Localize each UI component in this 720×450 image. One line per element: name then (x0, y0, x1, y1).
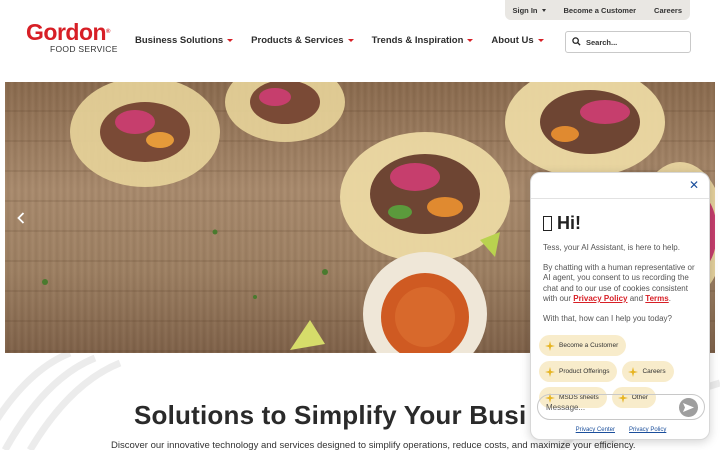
main-nav: Business Solutions Products & Services T… (135, 35, 544, 46)
nav-business-solutions[interactable]: Business Solutions (135, 35, 234, 46)
nav-trends-inspiration[interactable]: Trends & Inspiration (372, 35, 474, 46)
chat-message-input[interactable] (546, 402, 674, 412)
caret-down-icon (227, 39, 234, 42)
chevron-left-icon (17, 212, 25, 224)
caret-down-icon (541, 8, 546, 12)
chat-intro: Tess, your AI Assistant, is here to help… (543, 243, 680, 252)
gordon-logo[interactable]: Gordon® FOOD SERVICE (26, 20, 122, 56)
send-button[interactable] (679, 398, 698, 417)
terms-link[interactable]: Terms (645, 294, 668, 303)
chat-body: Hi! Tess, your AI Assistant, is here to … (531, 199, 709, 408)
logo-registered-mark: ® (106, 29, 110, 35)
sparkle-icon (545, 366, 555, 377)
become-customer-link[interactable]: Become a Customer (564, 6, 637, 15)
nav-about-us[interactable]: About Us (491, 35, 544, 46)
consent-suffix: . (668, 294, 671, 303)
logo-brand: Gordon (26, 19, 107, 45)
chip-product-offerings[interactable]: Product Offerings (539, 361, 618, 382)
nav-products-services[interactable]: Products & Services (251, 35, 354, 46)
chat-message-box (537, 394, 705, 420)
chat-greeting-text: Hi! (557, 213, 581, 233)
consent-and: and (627, 294, 646, 303)
logo-tagline: FOOD SERVICE (50, 44, 118, 54)
careers-link[interactable]: Careers (654, 6, 682, 15)
send-arrow-icon (683, 403, 694, 412)
close-icon[interactable]: ✕ (689, 179, 699, 191)
chat-prompt: With that, how can I help you today? (543, 313, 672, 323)
sign-in-link[interactable]: Sign In (513, 6, 546, 15)
chat-header: ✕ (531, 173, 709, 199)
nav-label: Trends & Inspiration (371, 35, 464, 46)
sign-in-label: Sign In (512, 5, 538, 15)
nav-label: Business Solutions (135, 35, 224, 46)
sparkle-icon (545, 340, 555, 351)
chip-careers[interactable]: Careers (622, 361, 674, 382)
chat-footer: Privacy Center Privacy Policy (531, 427, 709, 433)
privacy-center-link[interactable]: Privacy Center (576, 427, 615, 433)
chip-label: Product Offerings (559, 368, 610, 375)
footer-privacy-policy-link[interactable]: Privacy Policy (629, 427, 666, 433)
page-headline: Solutions to Simplify Your Busi (134, 400, 527, 430)
chip-become-customer[interactable]: Become a Customer (539, 335, 627, 356)
sparkle-icon (628, 366, 639, 377)
utility-nav: Sign In Become a Customer Careers (504, 0, 690, 20)
page: Sign In Become a Customer Careers Gordon… (0, 0, 720, 450)
chat-greeting: Hi! (543, 213, 697, 234)
hero-previous-button[interactable] (14, 209, 28, 227)
caret-down-icon (347, 39, 354, 42)
chat-consent: By chatting with a human representative … (543, 263, 697, 305)
chip-label: Careers (642, 368, 666, 375)
search-box (565, 31, 691, 53)
caret-down-icon (537, 39, 544, 42)
page-subline: Discover our innovative technology and s… (111, 440, 636, 450)
nav-label: About Us (491, 35, 534, 46)
chat-widget: ✕ Hi! Tess, your AI Assistant, is here t… (530, 172, 710, 440)
privacy-policy-link[interactable]: Privacy Policy (573, 294, 627, 303)
nav-label: Products & Services (251, 35, 344, 46)
missing-glyph-icon (543, 216, 552, 231)
search-icon[interactable] (572, 33, 581, 51)
chip-label: Become a Customer (559, 342, 619, 349)
search-input[interactable] (586, 37, 682, 47)
caret-down-icon (467, 39, 474, 42)
